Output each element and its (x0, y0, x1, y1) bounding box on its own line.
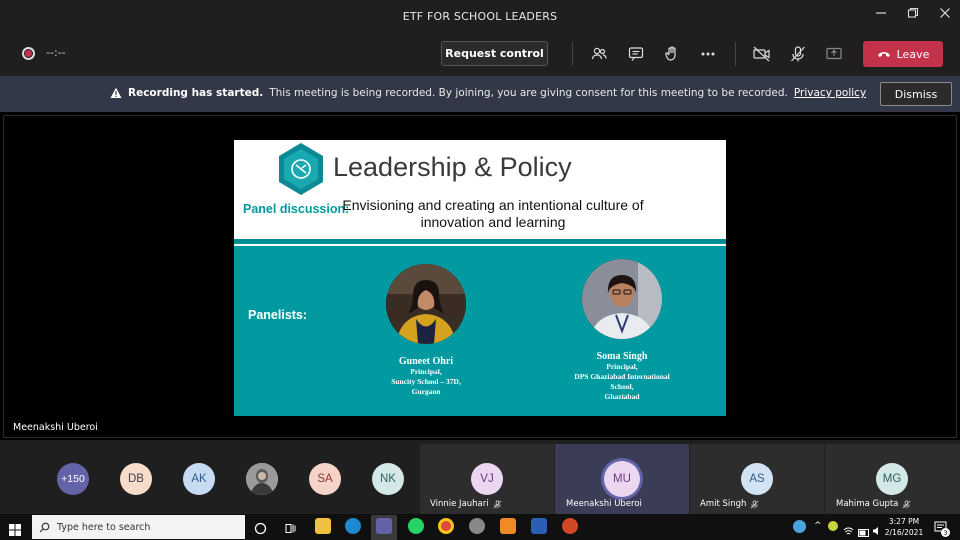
participant-photo-avatar[interactable] (246, 463, 278, 495)
presentation-slide: Leadership & Policy Panel discussion: En… (234, 140, 726, 416)
speaking-participant-avatar: MU (604, 461, 640, 497)
slide-divider-thin (234, 244, 726, 246)
participant-avatar[interactable]: SA (309, 463, 341, 495)
more-options-icon[interactable] (697, 43, 719, 65)
task-view-icon[interactable] (284, 520, 297, 539)
recording-banner: Recording has started. This meeting is b… (0, 76, 960, 112)
mic-off-icon (751, 500, 759, 508)
participant-avatar[interactable]: AK (183, 463, 215, 495)
panelist-caption: Soma Singh Principal, DPS Ghaziabad Inte… (552, 351, 692, 402)
clock-time: 3:27 PM (888, 517, 920, 526)
recording-notice: Recording has started. This meeting is b… (110, 87, 866, 99)
panelist-detail: Suncity School – 37D, (391, 377, 461, 386)
cortana-icon[interactable] (254, 520, 267, 539)
windows-start-icon[interactable] (9, 521, 21, 540)
share-screen-icon[interactable] (823, 43, 845, 65)
battery-icon[interactable] (858, 522, 870, 540)
panelist-detail: Gurgaon (411, 387, 441, 396)
chevron-up-icon[interactable]: ^ (814, 521, 822, 531)
panelist-photo (582, 259, 662, 339)
leave-button[interactable]: Leave (863, 41, 943, 67)
app-icon[interactable] (469, 518, 485, 534)
panelist-name: Guneet Ohri (398, 356, 454, 367)
participant-name: Mahima Gupta (836, 499, 899, 509)
participant-avatar[interactable]: NK (372, 463, 404, 495)
panelist-detail: Ghaziabad (604, 392, 640, 401)
chat-icon[interactable] (625, 43, 647, 65)
hang-up-icon (877, 52, 890, 57)
panelist-detail: School, (610, 382, 634, 391)
toolbar-divider (735, 42, 736, 66)
volume-icon[interactable] (872, 521, 882, 540)
leave-label: Leave (896, 47, 930, 61)
dismiss-button[interactable]: Dismiss (880, 82, 952, 106)
whatsapp-icon[interactable] (408, 518, 424, 534)
slide-title: Leadership & Policy (333, 152, 572, 182)
taskbar-clock[interactable]: 3:27 PM 2/16/2021 (882, 516, 926, 538)
panelists-label: Panelists: (248, 308, 308, 322)
recording-consent-text: This meeting is being recorded. By joini… (269, 87, 788, 99)
window-title: ETF FOR SCHOOL LEADERS (402, 9, 558, 23)
teams-icon[interactable] (376, 518, 392, 534)
help-icon[interactable] (793, 520, 806, 533)
participant-avatar[interactable]: DB (120, 463, 152, 495)
panelist-photo (386, 264, 466, 344)
app-icon[interactable] (500, 518, 516, 534)
mic-off-icon (903, 500, 911, 508)
edge-browser-icon[interactable] (345, 518, 361, 534)
leadership-logo-icon (279, 143, 323, 195)
participant-tile-label: Amit Singh (700, 499, 759, 509)
panelist-caption: Guneet Ohri Principal, Suncity School – … (364, 356, 488, 397)
recording-started-text: Recording has started. (128, 87, 264, 99)
participants-icon[interactable] (588, 43, 610, 65)
file-explorer-icon[interactable] (315, 518, 331, 534)
presenter-name-label: Meenakshi Uberoi (13, 422, 98, 433)
window-controls (874, 6, 952, 20)
camera-off-icon[interactable] (751, 43, 773, 65)
more-participants-button[interactable]: +150 (57, 463, 89, 495)
slide-subtitle: Envisioning and creating an intentional … (342, 197, 644, 230)
restore-icon[interactable] (906, 6, 920, 20)
taskbar-search-box[interactable]: Type here to search (32, 515, 245, 539)
search-icon (39, 522, 50, 532)
meeting-toolbar: --:-- Request control Leave (0, 32, 960, 76)
wifi-icon[interactable] (843, 521, 854, 540)
clock-date: 2/16/2021 (884, 528, 924, 537)
word-icon[interactable] (531, 518, 547, 534)
notification-count-badge: 3 (941, 528, 950, 537)
participant-avatar: VJ (471, 463, 503, 495)
tray-app-icon[interactable] (828, 521, 838, 531)
teams-meeting-window: ETF FOR SCHOOL LEADERS --:-- Request con… (0, 0, 960, 540)
chrome-icon[interactable] (438, 518, 454, 534)
participant-tile-label: Vinnie Jauhari (430, 499, 502, 509)
mic-off-icon[interactable] (787, 43, 809, 65)
mic-off-icon (493, 500, 501, 508)
participant-tile-label: Mahima Gupta (836, 499, 911, 509)
participant-tile-label: Meenakshi Uberoi (566, 499, 642, 509)
toolbar-divider (572, 42, 573, 66)
participant-name: Amit Singh (700, 499, 747, 509)
close-icon[interactable] (938, 6, 952, 20)
panelist-detail: Principal, (606, 362, 638, 371)
powerpoint-icon[interactable] (562, 518, 578, 534)
recording-icon (22, 47, 35, 60)
title-bar: ETF FOR SCHOOL LEADERS (0, 0, 960, 32)
participant-avatar: AS (741, 463, 773, 495)
participant-name: Vinnie Jauhari (430, 499, 489, 509)
panelist-detail: Principal, (410, 367, 442, 376)
participant-name: Meenakshi Uberoi (566, 499, 642, 509)
search-placeholder: Type here to search (57, 521, 151, 533)
minimize-icon[interactable] (874, 6, 888, 20)
request-control-button[interactable]: Request control (441, 41, 548, 66)
panelist-detail: DPS Ghaziabad International (574, 372, 670, 381)
meeting-timer: --:-- (46, 46, 66, 59)
panelist-name: Soma Singh (596, 351, 648, 362)
raise-hand-icon[interactable] (661, 43, 683, 65)
privacy-policy-link[interactable]: Privacy policy (794, 87, 866, 99)
participant-avatar: MG (876, 463, 908, 495)
slide-divider (234, 239, 726, 243)
warning-icon (110, 87, 122, 98)
